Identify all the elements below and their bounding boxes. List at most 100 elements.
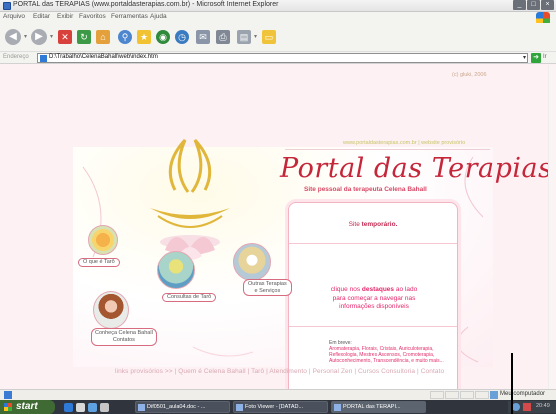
window-title: PORTAL das TERAPIAS (www.portaldasterapi…	[13, 1, 279, 8]
app-quicklaunch-icon[interactable]	[100, 403, 109, 412]
back-dropdown-icon[interactable]: ▾	[24, 33, 27, 40]
cta-text-bold: destaques	[361, 286, 395, 293]
tarot-sun-image[interactable]	[88, 225, 118, 255]
other-therapies-line-1: Outras Terapias	[248, 281, 287, 287]
status-cell	[445, 391, 459, 399]
cta-line-2: para começar a navegar nas	[332, 294, 416, 302]
media-icon[interactable]: ◉	[156, 30, 170, 44]
history-icon[interactable]: ◷	[175, 30, 189, 44]
maximize-button[interactable]: □	[527, 0, 540, 10]
print-icon[interactable]: ⎙	[216, 30, 230, 44]
stop-icon[interactable]: ✕	[58, 30, 72, 44]
address-field[interactable]: D:\Trabalho\CelenaBahall\web\index.htm ▾	[37, 53, 528, 63]
forward-dropdown-icon[interactable]: ▾	[50, 33, 53, 40]
cta-line-3: informações disponíveis	[339, 303, 409, 310]
coming-soon-topics: Aromaterapia, Florais, Cristais, Auricul…	[329, 346, 444, 364]
temporary-bold: temporário.	[361, 221, 398, 228]
footer-links[interactable]: links provisórios >> | Quem é Celena Bah…	[115, 368, 444, 375]
meet-celena-line: Conheça Celena Bahall	[95, 330, 153, 336]
divider	[289, 243, 457, 244]
home-icon[interactable]: ⌂	[96, 30, 110, 44]
security-icon[interactable]	[523, 403, 531, 411]
status-bar: Meu computador	[0, 389, 556, 400]
refresh-icon[interactable]: ↻	[77, 30, 91, 44]
other-therapies-line-2: e Serviços	[254, 287, 281, 294]
menu-ferramentas[interactable]: Ferramentas	[111, 13, 148, 20]
menu-editar[interactable]: Editar	[33, 13, 50, 20]
task-label: PORTAL das TERAPI...	[343, 404, 401, 410]
window-titlebar[interactable]: PORTAL das TERAPIAS (www.portaldasterapi…	[0, 0, 556, 12]
tarot-card-image[interactable]	[157, 251, 195, 289]
status-cell	[460, 391, 474, 399]
menu-ajuda[interactable]: Ajuda	[150, 13, 167, 20]
call-to-action: clique nos destaques ao lado para começa…	[301, 286, 447, 312]
page-status-icon	[4, 391, 12, 399]
security-zone: Meu computador	[500, 391, 546, 397]
ie-icon	[3, 2, 11, 10]
meet-celena-link[interactable]: Conheça Celena Bahall Contatos	[91, 328, 157, 346]
start-button[interactable]: start	[0, 400, 55, 414]
cta-text-c: ao lado	[395, 286, 418, 293]
tarot-consultations-link[interactable]: Consultas de Tarô	[162, 293, 217, 302]
page-content: (c) gluki, 2006 www.portaldasterapias.co…	[0, 65, 548, 389]
folder-icon[interactable]: ▭	[262, 30, 276, 44]
favorites-icon[interactable]: ★	[137, 30, 151, 44]
temporary-notice: Site temporário.	[289, 221, 457, 228]
cursor-marker	[511, 353, 513, 414]
divider	[289, 326, 457, 327]
go-button[interactable]: Ir	[543, 54, 547, 60]
taskbar-item-viewer[interactable]: Foto Viewer - [DATAD...	[233, 401, 328, 413]
therapies-image[interactable]	[233, 243, 271, 281]
address-url[interactable]: D:\Trabalho\CelenaBahall\web\index.htm	[49, 54, 158, 60]
menu-exibir[interactable]: Exibir	[57, 13, 73, 20]
info-box: Site temporário. clique nos destaques ao…	[288, 202, 458, 389]
explorer-quicklaunch-icon[interactable]	[88, 403, 97, 412]
window-controls: _ □ ×	[513, 0, 554, 10]
minimize-button[interactable]: _	[513, 0, 526, 10]
page-icon	[40, 55, 47, 62]
start-label: start	[16, 401, 38, 412]
menu-arquivo[interactable]: Arquivo	[3, 13, 25, 20]
close-button[interactable]: ×	[541, 0, 554, 10]
taskbar-item-portal[interactable]: PORTAL das TERAPI...	[331, 401, 426, 413]
task-label: Foto Viewer - [DATAD...	[245, 404, 304, 410]
site-subtitle: Site pessoal da terapeuta Celena Bahall	[304, 186, 427, 193]
viewer-icon	[236, 404, 243, 411]
toolbar: ◀ ▾ ▶ ▾ ✕ ↻ ⌂ ⚲ ★ ◉ ◷ ✉ ⎙ ▤ ▾ ▭	[0, 23, 556, 52]
status-cell	[475, 391, 489, 399]
contacts-line: Contatos	[112, 337, 135, 343]
taskbar-item-word[interactable]: Dif0501_aula04.doc - ...	[135, 401, 230, 413]
what-is-tarot-link[interactable]: O que é Tarô	[78, 258, 120, 267]
temporary-prefix: Site	[348, 221, 360, 228]
celena-portrait-image[interactable]	[93, 291, 129, 329]
system-tray: 20:49	[508, 401, 556, 413]
address-bar: Endereço D:\Trabalho\CelenaBahall\web\in…	[0, 52, 556, 64]
status-cells	[430, 391, 489, 399]
clock: 20:49	[536, 403, 550, 409]
address-label: Endereço	[3, 54, 29, 60]
vertical-scrollbar[interactable]	[548, 65, 556, 389]
site-title: Portal das Terapias	[280, 153, 548, 184]
task-label: Dif0501_aula04.doc - ...	[147, 404, 206, 410]
search-icon[interactable]: ⚲	[118, 30, 132, 44]
address-dropdown-icon[interactable]: ▾	[523, 54, 526, 61]
status-cell	[430, 391, 444, 399]
mail-icon[interactable]: ✉	[196, 30, 210, 44]
copyright-text: (c) gluki, 2006	[452, 72, 487, 78]
edit-dropdown-icon[interactable]: ▾	[254, 33, 257, 40]
back-icon[interactable]: ◀	[5, 29, 21, 45]
go-icon[interactable]: ➜	[531, 53, 541, 63]
divider	[285, 149, 490, 150]
edit-icon[interactable]: ▤	[237, 30, 251, 44]
windows-flag-icon	[4, 403, 12, 411]
desktop-quicklaunch-icon[interactable]	[76, 403, 85, 412]
menu-bar: Arquivo Editar Exibir Favoritos Ferramen…	[0, 12, 556, 23]
word-icon	[138, 404, 145, 411]
forward-icon[interactable]: ▶	[31, 29, 47, 45]
ie-icon	[334, 404, 341, 411]
ie-quicklaunch-icon[interactable]	[64, 403, 73, 412]
menu-favoritos[interactable]: Favoritos	[79, 13, 106, 20]
network-icon[interactable]	[512, 403, 520, 411]
top-site-link[interactable]: www.portaldasterapias.com.br | website p…	[343, 140, 465, 146]
other-therapies-link[interactable]: Outras Terapias e Serviços	[243, 279, 292, 296]
